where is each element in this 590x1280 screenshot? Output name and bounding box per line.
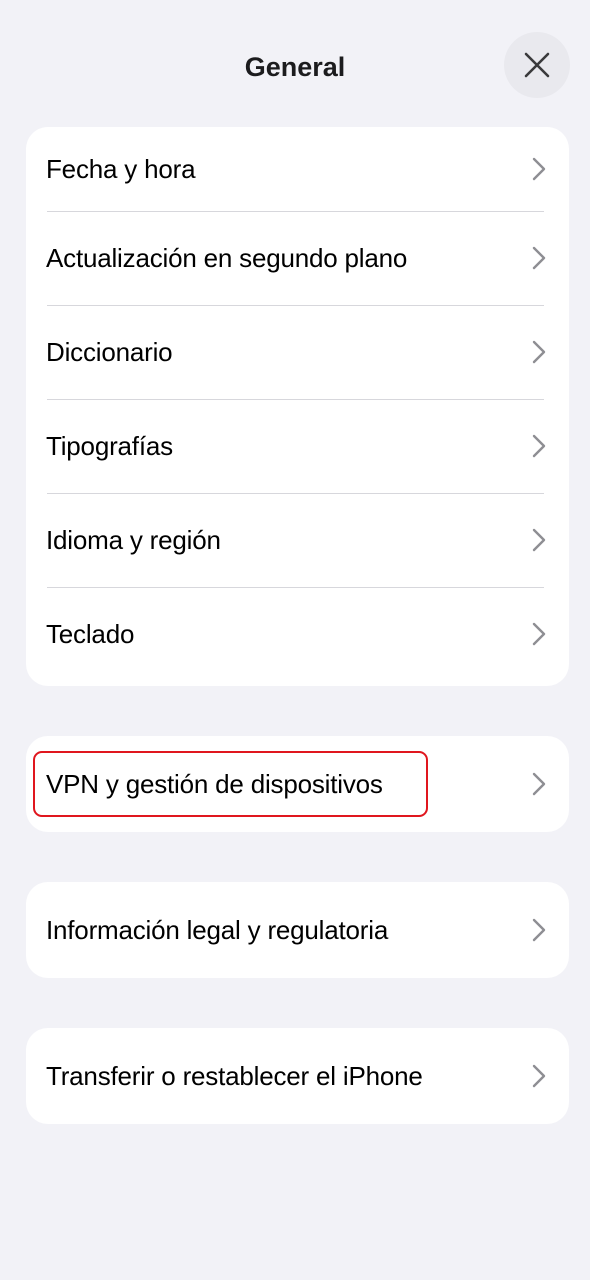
chevron-right-icon [529,620,549,648]
settings-group-general: Fecha y hora Actualización en segundo pl… [26,127,569,686]
row-label: VPN y gestión de dispositivos [46,768,383,799]
row-label: Fecha y hora [46,153,196,184]
settings-row-background-refresh[interactable]: Actualización en segundo plano [26,211,569,305]
chevron-right-icon [529,338,549,366]
settings-row-vpn-device-management[interactable]: VPN y gestión de dispositivos [26,736,569,832]
chevron-right-icon [529,432,549,460]
row-label: Tipografías [46,430,173,461]
chevron-right-icon [529,526,549,554]
settings-row-legal-regulatory[interactable]: Información legal y regulatoria [26,882,569,978]
settings-group-vpn: VPN y gestión de dispositivos [26,736,569,832]
row-label: Actualización en segundo plano [46,242,408,273]
close-icon [524,52,550,78]
close-button[interactable] [504,32,570,98]
settings-row-date-time[interactable]: Fecha y hora [26,127,569,211]
row-label: Diccionario [46,336,173,367]
settings-row-transfer-reset[interactable]: Transferir o restablecer el iPhone [26,1028,569,1124]
page-title: General [244,52,346,82]
navigation-header: General [0,0,590,130]
settings-group-legal: Información legal y regulatoria [26,882,569,978]
chevron-right-icon [529,916,549,944]
row-label: Teclado [46,618,135,649]
chevron-right-icon [529,770,549,798]
chevron-right-icon [529,244,549,272]
row-label: Transferir o restablecer el iPhone [46,1060,423,1091]
settings-group-transfer-reset: Transferir o restablecer el iPhone [26,1028,569,1124]
chevron-right-icon [529,1062,549,1090]
row-label: Información legal y regulatoria [46,914,389,945]
row-label: Idioma y región [46,524,221,555]
settings-row-dictionary[interactable]: Diccionario [26,305,569,399]
settings-row-language-region[interactable]: Idioma y región [26,493,569,587]
settings-row-keyboard[interactable]: Teclado [26,587,569,681]
chevron-right-icon [529,155,549,183]
settings-row-fonts[interactable]: Tipografías [26,399,569,493]
